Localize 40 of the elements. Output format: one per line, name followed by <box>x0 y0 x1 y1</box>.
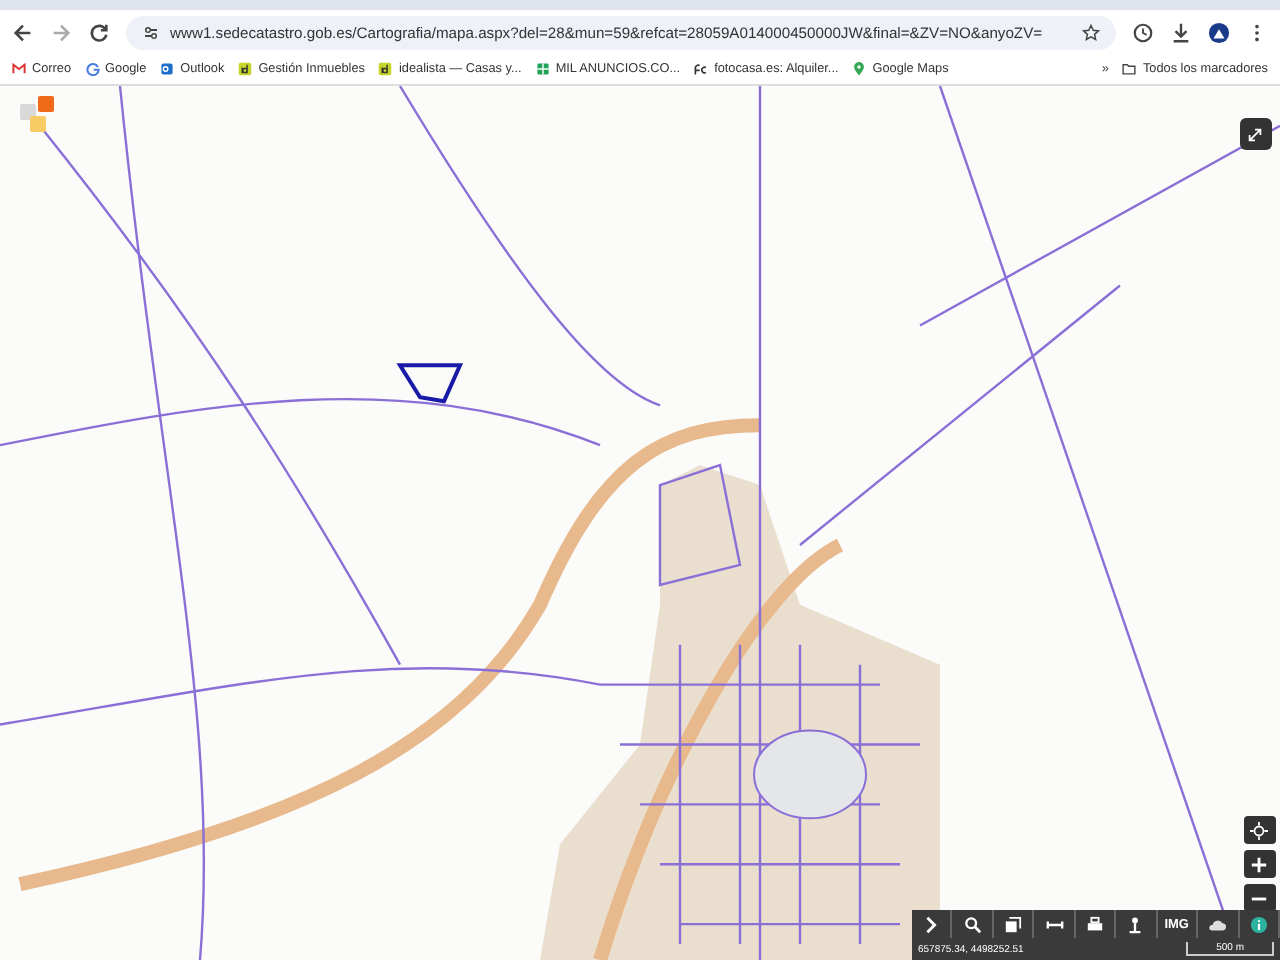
plus-icon <box>1250 855 1268 873</box>
printer-icon <box>1085 915 1104 933</box>
zoom-out-button[interactable] <box>1244 884 1276 912</box>
mail-app-icon <box>160 62 175 76</box>
mail-icon <box>12 62 26 76</box>
id-logo-icon <box>238 62 253 76</box>
layers-icon <box>1004 915 1023 933</box>
map-pin-icon <box>852 62 867 76</box>
profile-icon[interactable] <box>1208 21 1230 43</box>
locate-button[interactable] <box>1244 816 1276 844</box>
info-button[interactable] <box>1239 910 1280 938</box>
fc-logo-icon <box>694 62 709 76</box>
expand-arrows-icon <box>1246 125 1264 143</box>
reload-icon[interactable] <box>88 21 110 43</box>
search-button[interactable] <box>952 910 994 938</box>
ruler-icon <box>1045 915 1064 933</box>
print-button[interactable] <box>1075 910 1117 938</box>
fullscreen-button[interactable] <box>1240 118 1272 150</box>
logo-icon <box>20 96 60 136</box>
history-icon[interactable] <box>1132 21 1154 43</box>
chevron-right-icon <box>922 915 941 933</box>
id-logo-icon <box>378 62 393 76</box>
site-settings-icon[interactable] <box>142 23 160 41</box>
cloud-button[interactable] <box>1198 910 1239 938</box>
cloud-icon <box>1208 915 1227 933</box>
layers-button[interactable] <box>993 910 1035 938</box>
crosshair-icon <box>1250 821 1268 839</box>
measure-button[interactable] <box>1034 910 1076 938</box>
person-icon <box>1126 915 1145 933</box>
zoom-in-button[interactable] <box>1244 850 1276 878</box>
info-icon <box>1249 915 1268 933</box>
folder-icon <box>1122 62 1137 76</box>
back-icon[interactable] <box>12 21 34 43</box>
search-icon <box>963 915 982 933</box>
download-icon[interactable] <box>1170 21 1192 43</box>
sheet-icon <box>535 62 550 76</box>
star-icon[interactable] <box>1082 23 1100 41</box>
expand-button[interactable] <box>912 910 953 938</box>
person-button[interactable] <box>1116 910 1158 938</box>
g-logo-icon <box>85 62 100 76</box>
